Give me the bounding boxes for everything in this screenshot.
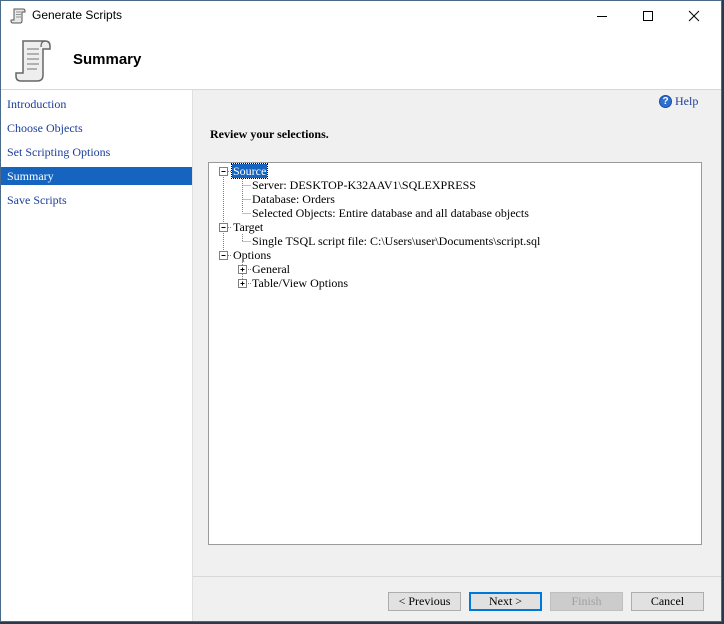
close-button[interactable] xyxy=(671,1,717,31)
tree-leaf-server[interactable]: Server: DESKTOP-K32AAV1\SQLEXPRESS xyxy=(252,178,476,192)
minimize-icon xyxy=(597,16,607,17)
window-title: Generate Scripts xyxy=(32,8,123,22)
wizard-sidebar: Introduction Choose Objects Set Scriptin… xyxy=(1,90,193,621)
cancel-button[interactable]: Cancel xyxy=(631,592,704,611)
sidebar-item-summary[interactable]: Summary xyxy=(1,167,192,185)
next-button[interactable]: Next > xyxy=(469,592,542,611)
review-heading: Review your selections. xyxy=(210,127,329,141)
sidebar-item-choose-objects[interactable]: Choose Objects xyxy=(1,119,192,137)
scroll-icon xyxy=(10,8,26,24)
footer-divider xyxy=(193,576,721,577)
sidebar-item-introduction[interactable]: Introduction xyxy=(1,95,192,113)
help-link[interactable]: ? Help xyxy=(659,94,698,109)
sidebar-item-save-scripts[interactable]: Save Scripts xyxy=(1,191,192,209)
generate-scripts-window: Generate Scripts Summary Introduction Ch… xyxy=(0,0,722,622)
tree-leaf-database[interactable]: Database: Orders xyxy=(252,192,335,206)
previous-button[interactable]: < Previous xyxy=(388,592,461,611)
title-bar: Generate Scripts xyxy=(1,1,721,31)
finish-button[interactable]: Finish xyxy=(550,592,623,611)
tree-node-target[interactable]: Target xyxy=(233,220,263,234)
wizard-header: Summary xyxy=(1,31,721,90)
sidebar-item-set-scripting-options[interactable]: Set Scripting Options xyxy=(1,143,192,161)
minimize-button[interactable] xyxy=(579,1,625,31)
tree-connector-lines xyxy=(219,167,251,288)
page-title: Summary xyxy=(73,51,142,68)
tree-leaf-script-file[interactable]: Single TSQL script file: C:\Users\user\D… xyxy=(252,234,540,248)
tree-leaf-selected-objects[interactable]: Selected Objects: Entire database and al… xyxy=(252,206,529,220)
summary-tree[interactable]: Source Server: DESKTOP-K32AAV1\SQLEXPRES… xyxy=(208,162,702,545)
help-label: Help xyxy=(675,94,699,108)
maximize-icon xyxy=(643,11,653,21)
tree-node-table-view-options[interactable]: Table/View Options xyxy=(252,276,348,290)
close-icon xyxy=(688,10,700,22)
tree-node-general[interactable]: General xyxy=(252,262,290,276)
scroll-icon xyxy=(15,40,51,82)
tree-node-source[interactable]: Source xyxy=(230,163,269,179)
help-icon: ? xyxy=(659,95,672,108)
maximize-button[interactable] xyxy=(625,1,671,31)
tree-node-options[interactable]: Options xyxy=(233,248,271,262)
